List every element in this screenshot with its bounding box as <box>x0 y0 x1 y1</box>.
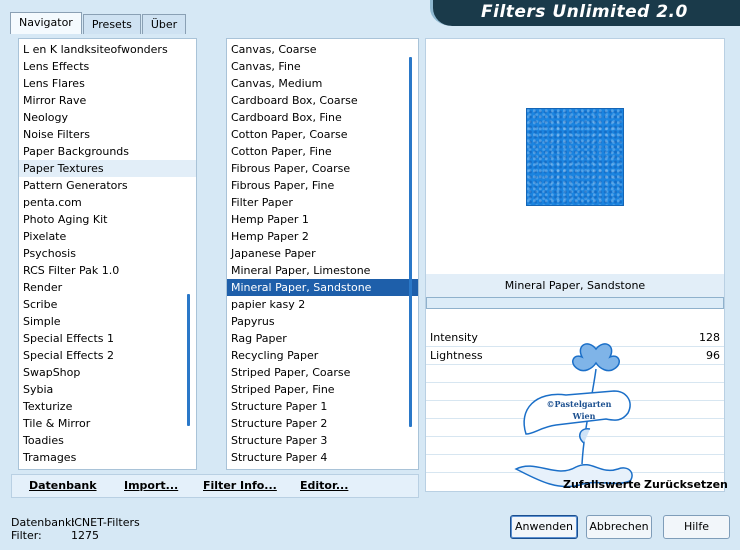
category-item[interactable]: Simple <box>19 313 196 330</box>
filter-list[interactable]: Canvas, Coarse Canvas, Fine Canvas, Medium… <box>227 39 418 466</box>
category-item[interactable]: Scribe <box>19 296 196 313</box>
category-item[interactable]: Pixelate <box>19 228 196 245</box>
filter-item[interactable]: Rag Paper <box>227 330 418 347</box>
status-info: Datenbank: ICNET-Filters Filter: 1275 <box>11 516 140 542</box>
datenbank-button[interactable]: Datenbank <box>29 479 97 492</box>
filter-item[interactable]: Mineral Paper, Sandstone <box>227 279 418 296</box>
filter-item[interactable]: Canvas, Medium <box>227 75 418 92</box>
filter-item[interactable]: Hemp Paper 1 <box>227 211 418 228</box>
category-scrollbar[interactable] <box>187 294 190 426</box>
category-item[interactable]: Render <box>19 279 196 296</box>
filter-preview-image <box>526 108 624 206</box>
logo-text-line2: Wien <box>572 411 596 421</box>
filter-item[interactable]: Fibrous Paper, Coarse <box>227 160 418 177</box>
cancel-button[interactable]: Abbrechen <box>586 515 652 539</box>
category-item[interactable]: Pattern Generators <box>19 177 196 194</box>
category-item[interactable]: Toadies <box>19 432 196 449</box>
filter-item[interactable]: Cardboard Box, Fine <box>227 109 418 126</box>
category-item[interactable]: Lens Effects <box>19 58 196 75</box>
category-item[interactable]: Photo Aging Kit <box>19 211 196 228</box>
filter-info-button[interactable]: Filter Info... <box>203 479 277 492</box>
tab-strip: Navigator Presets Über <box>10 12 187 34</box>
filter-item[interactable]: Striped Paper, Coarse <box>227 364 418 381</box>
help-button[interactable]: Hilfe <box>663 515 730 539</box>
tab-navigator[interactable]: Navigator <box>10 12 82 34</box>
filter-item[interactable]: Structure Paper 4 <box>227 449 418 466</box>
category-item[interactable]: L en K landksiteofwonders <box>19 41 196 58</box>
db-value: ICNET-Filters <box>71 516 140 529</box>
control-value: 128 <box>699 331 720 344</box>
category-item[interactable]: Texturize <box>19 398 196 415</box>
category-item[interactable]: Paper Backgrounds <box>19 143 196 160</box>
filter-item[interactable]: papier kasy 2 <box>227 296 418 313</box>
filter-scrollbar[interactable] <box>409 57 412 427</box>
filter-item[interactable]: Canvas, Coarse <box>227 41 418 58</box>
selected-filter-name: Mineral Paper, Sandstone <box>426 274 724 298</box>
preview-panel: Mineral Paper, Sandstone Intensity 128 L… <box>425 38 725 492</box>
app-banner: Filters Unlimited 2.0 <box>430 0 740 26</box>
tab-uber[interactable]: Über <box>141 14 187 34</box>
bottom-link-bar: Datenbank Import... Filter Info... Edito… <box>11 474 419 498</box>
filter-item[interactable]: Cotton Paper, Fine <box>227 143 418 160</box>
control-label: Intensity <box>430 331 478 344</box>
filter-item[interactable]: Mineral Paper, Limestone <box>227 262 418 279</box>
reset-button[interactable]: Zurücksetzen <box>644 478 728 491</box>
filter-item[interactable]: Japanese Paper <box>227 245 418 262</box>
category-item[interactable]: Paper Textures <box>19 160 196 177</box>
filter-item[interactable]: Structure Paper 3 <box>227 432 418 449</box>
filter-count-label: Filter: <box>11 529 42 542</box>
filter-item[interactable]: Cardboard Box, Coarse <box>227 92 418 109</box>
category-item[interactable]: Tramages <box>19 449 196 466</box>
logo-text-line1: ©Pastelgarten <box>547 399 612 409</box>
category-item[interactable]: Sybia <box>19 381 196 398</box>
filter-count-value: 1275 <box>71 529 99 542</box>
filter-list-panel[interactable]: Canvas, Coarse Canvas, Fine Canvas, Medium… <box>226 38 419 470</box>
category-item[interactable]: Psychosis <box>19 245 196 262</box>
filter-item[interactable]: Canvas, Fine <box>227 58 418 75</box>
watermark-logo: ©Pastelgarten Wien <box>514 343 633 488</box>
filter-item[interactable]: Structure Paper 2 <box>227 415 418 432</box>
import-button[interactable]: Import... <box>124 479 178 492</box>
progress-bar <box>426 297 724 309</box>
control-label: Lightness <box>430 349 483 362</box>
filter-item[interactable]: Hemp Paper 2 <box>227 228 418 245</box>
category-item[interactable]: Lens Flares <box>19 75 196 92</box>
filter-item[interactable]: Striped Paper, Fine <box>227 381 418 398</box>
category-item[interactable]: SwapShop <box>19 364 196 381</box>
editor-button[interactable]: Editor... <box>300 479 348 492</box>
category-item[interactable]: Noise Filters <box>19 126 196 143</box>
tab-presets[interactable]: Presets <box>82 14 141 34</box>
category-item[interactable]: RCS Filter Pak 1.0 <box>19 262 196 279</box>
category-item[interactable]: Special Effects 1 <box>19 330 196 347</box>
control-value: 96 <box>706 349 720 362</box>
db-label: Datenbank: <box>11 516 76 529</box>
category-item[interactable]: Mirror Rave <box>19 92 196 109</box>
apply-button[interactable]: Anwenden <box>510 515 578 539</box>
filter-item[interactable]: Cotton Paper, Coarse <box>227 126 418 143</box>
random-values-button[interactable]: Zufallswerte <box>563 478 641 491</box>
category-item[interactable]: penta.com <box>19 194 196 211</box>
filter-item[interactable]: Fibrous Paper, Fine <box>227 177 418 194</box>
filter-item[interactable]: Papyrus <box>227 313 418 330</box>
category-list[interactable]: L en K landksiteofwonders Lens Effects Len… <box>19 39 196 466</box>
category-list-panel[interactable]: L en K landksiteofwonders Lens Effects Len… <box>18 38 197 470</box>
filter-item[interactable]: Structure Paper 1 <box>227 398 418 415</box>
category-item[interactable]: Tile & Mirror <box>19 415 196 432</box>
filter-item[interactable]: Recycling Paper <box>227 347 418 364</box>
category-item[interactable]: Neology <box>19 109 196 126</box>
category-item[interactable]: Special Effects 2 <box>19 347 196 364</box>
filter-item[interactable]: Filter Paper <box>227 194 418 211</box>
app-title: Filters Unlimited 2.0 <box>481 2 688 22</box>
